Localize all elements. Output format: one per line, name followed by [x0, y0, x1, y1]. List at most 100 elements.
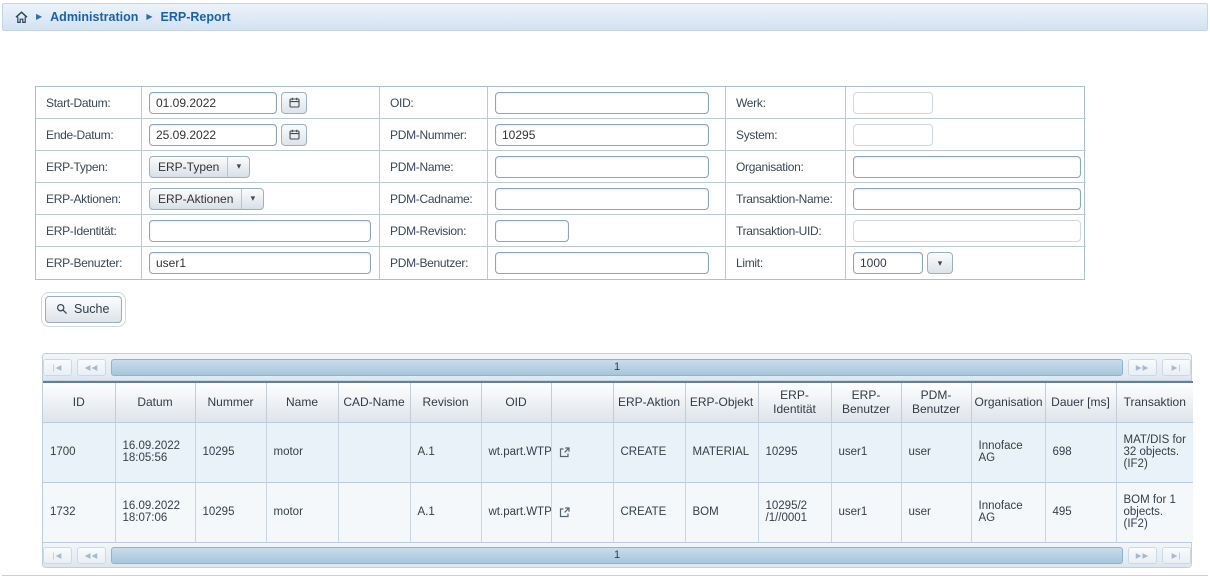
start-datum-input[interactable] [149, 92, 277, 114]
cell-erp-identitaet: 10295/2 /1//0001 [758, 482, 831, 542]
col-header-erp-objekt: ERP-Objekt [685, 382, 758, 422]
home-icon[interactable] [15, 11, 28, 24]
chevron-down-icon: ▾ [228, 161, 249, 172]
system-input[interactable] [853, 124, 933, 146]
transaktion-uid-field [846, 215, 1086, 247]
organisation-label: Organisation: [726, 151, 846, 183]
transaktion-name-input[interactable] [853, 188, 1081, 210]
cell-revision: A.1 [410, 422, 481, 482]
transaktion-uid-input[interactable] [853, 220, 1081, 242]
pdm-cadname-label: PDM-Cadname: [380, 183, 488, 215]
erp-aktionen-dropdown-value: ERP-Aktionen [150, 189, 242, 209]
breadcrumb-administration[interactable]: Administration [50, 10, 138, 24]
pdm-revision-field [488, 215, 726, 247]
breadcrumb-separator-icon: ▶ [36, 13, 42, 21]
werk-input[interactable] [853, 92, 933, 114]
col-header-erp-benutzer: ERP-Benutzer [831, 382, 901, 422]
cell-pdm-benutzer: user [901, 482, 971, 542]
ende-datum-label: Ende-Datum: [36, 119, 142, 151]
search-icon [56, 303, 68, 315]
ende-datum-input[interactable] [149, 124, 277, 146]
pager-next-button[interactable]: ▶▶ [1128, 359, 1157, 376]
start-datum-calendar-button[interactable] [281, 92, 307, 114]
home-icon-svg [15, 11, 28, 24]
breadcrumb-erp-report[interactable]: ERP-Report [161, 10, 231, 24]
col-header-link [551, 382, 613, 422]
pager-next-button[interactable]: ▶▶ [1128, 547, 1157, 564]
cell-cad-name [338, 422, 410, 482]
pdm-name-field [488, 151, 726, 183]
cell-transaktion: BOM for 1 objects. (IF2) [1116, 482, 1193, 542]
system-label: System: [726, 119, 846, 151]
organisation-input[interactable] [853, 156, 1081, 178]
pager-last-button[interactable]: ▶| [1162, 547, 1191, 564]
chevron-down-icon: ▾ [938, 259, 943, 268]
col-header-dauer-ms: Dauer [ms] [1045, 382, 1116, 422]
col-header-transaktion: Transaktion [1116, 382, 1193, 422]
erp-benuzter-field [142, 247, 380, 279]
erp-aktionen-dropdown[interactable]: ERP-Aktionen ▾ [149, 188, 264, 210]
col-header-name: Name [266, 382, 338, 422]
pdm-nummer-input[interactable] [495, 124, 709, 146]
cell-datum: 16.09.2022 18:05:56 [115, 422, 195, 482]
cell-nummer: 10295 [195, 422, 266, 482]
erp-identitaet-input[interactable] [149, 220, 371, 242]
pdm-benutzer-input[interactable] [495, 252, 709, 274]
werk-label: Werk: [726, 87, 846, 119]
pager-top: |◀ ◀◀ 1 ▶▶ ▶| [43, 354, 1191, 381]
limit-value[interactable]: 1000 [853, 252, 923, 274]
start-datum-field [142, 87, 380, 119]
page-bottom-divider [2, 575, 1208, 576]
cell-organisation: Innoface AG [971, 422, 1045, 482]
calendar-icon [289, 129, 300, 140]
col-header-erp-identitaet: ERP-Identität [758, 382, 831, 422]
limit-dropdown-button[interactable]: ▾ [927, 252, 953, 274]
cell-erp-benutzer: user1 [831, 422, 901, 482]
oid-input[interactable] [495, 92, 709, 114]
suche-button[interactable]: Suche [45, 296, 122, 323]
cell-open-link[interactable] [551, 422, 613, 482]
pdm-benutzer-field [488, 247, 726, 279]
pager-last-button[interactable]: ▶| [1162, 359, 1191, 376]
col-header-nummer: Nummer [195, 382, 266, 422]
breadcrumb-separator-icon: ▶ [146, 13, 152, 21]
cell-dauer-ms: 495 [1045, 482, 1116, 542]
cell-id: 1700 [43, 422, 115, 482]
cell-erp-identitaet: 10295 [758, 422, 831, 482]
table-header-row: ID Datum Nummer Name CAD-Name Revision O… [43, 382, 1193, 422]
pager-prev-button[interactable]: ◀◀ [77, 359, 106, 376]
ende-datum-calendar-button[interactable] [281, 124, 307, 146]
erp-typen-field: ERP-Typen ▾ [142, 151, 380, 183]
col-header-organisation: Organisation [971, 382, 1045, 422]
cell-id: 1732 [43, 482, 115, 542]
ende-datum-field [142, 119, 380, 151]
pager-first-button[interactable]: |◀ [43, 547, 72, 564]
cell-erp-aktion: CREATE [613, 482, 685, 542]
pager-page-1[interactable]: 1 [111, 359, 1123, 376]
pager-page-1[interactable]: 1 [111, 547, 1123, 564]
erp-benuzter-input[interactable] [149, 252, 371, 274]
cell-revision: A.1 [410, 482, 481, 542]
pdm-name-label: PDM-Name: [380, 151, 488, 183]
erp-typen-dropdown[interactable]: ERP-Typen ▾ [149, 156, 250, 178]
pdm-revision-label: PDM-Revision: [380, 215, 488, 247]
table-row: 1700 16.09.2022 18:05:56 10295 motor A.1… [43, 422, 1193, 482]
limit-field: 1000 ▾ [846, 247, 1086, 279]
organisation-field [846, 151, 1086, 183]
calendar-icon [289, 97, 300, 108]
col-header-oid: OID [481, 382, 551, 422]
pdm-cadname-input[interactable] [495, 188, 709, 210]
cell-pdm-benutzer: user [901, 422, 971, 482]
pager-prev-button[interactable]: ◀◀ [77, 547, 106, 564]
pdm-name-input[interactable] [495, 156, 709, 178]
cell-erp-objekt: MATERIAL [685, 422, 758, 482]
erp-typen-label: ERP-Typen: [36, 151, 142, 183]
pdm-revision-input[interactable] [495, 220, 569, 242]
limit-label: Limit: [726, 247, 846, 279]
erp-aktionen-field: ERP-Aktionen ▾ [142, 183, 380, 215]
cell-open-link[interactable] [551, 482, 613, 542]
pager-first-button[interactable]: |◀ [43, 359, 72, 376]
werk-field [846, 87, 1086, 119]
start-datum-label: Start-Datum: [36, 87, 142, 119]
erp-identitaet-label: ERP-Identität: [36, 215, 142, 247]
